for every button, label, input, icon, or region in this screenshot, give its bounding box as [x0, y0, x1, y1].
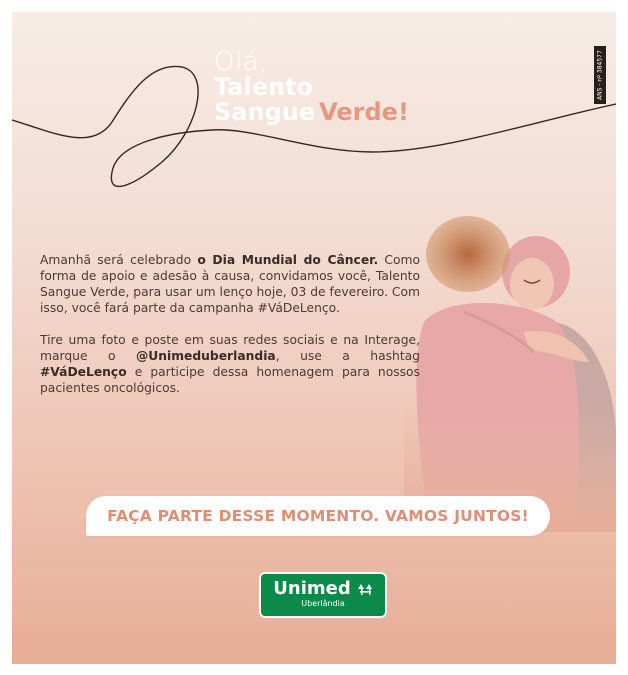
- headline-sangue-verde: Sangue Verde!: [214, 98, 409, 126]
- headline-greeting: Olá,: [214, 47, 268, 77]
- headline: Olá, Talento Sangue Verde!: [214, 47, 409, 126]
- paragraph-2: Tire uma foto e poste em suas redes soci…: [40, 333, 420, 395]
- logo-brand-name: Unimed: [273, 578, 351, 599]
- instagram-handle: @Unimeduberlandia: [135, 349, 276, 363]
- call-to-action-banner: FAÇA PARTE DESSE MOMENTO. VAMOS JUNTOS!: [86, 496, 550, 536]
- body-text: Amanhã será celebrado o Dia Mundial do C…: [40, 252, 420, 412]
- unimed-tree-icon: [357, 584, 372, 595]
- headline-talento: Talento: [214, 73, 314, 101]
- headline-verde: Verde!: [319, 98, 409, 126]
- campaign-hashtag: #VáDeLenço: [40, 365, 127, 379]
- hugging-women-photo: [404, 202, 616, 532]
- paragraph-1: Amanhã será celebrado o Dia Mundial do C…: [40, 253, 420, 315]
- campaign-poster: Olá, Talento Sangue Verde! ANS - nº 38457…: [12, 12, 616, 664]
- ans-registration-badge: ANS - nº 384577: [594, 46, 606, 104]
- unimed-logo: Unimed Uberlândia: [259, 572, 387, 618]
- logo-city: Uberlândia: [301, 599, 345, 608]
